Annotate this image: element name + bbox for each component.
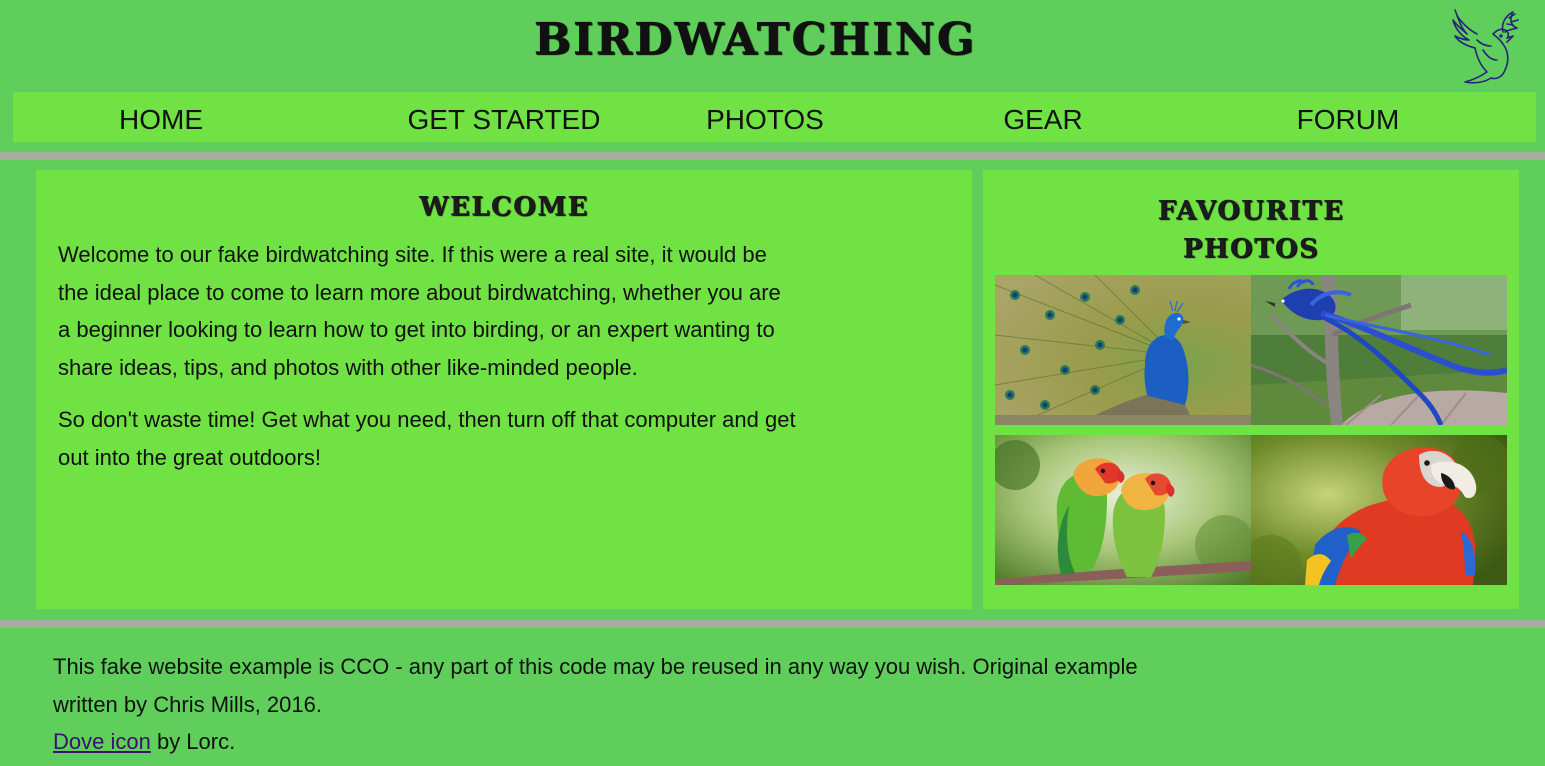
dove-icon-link[interactable]: Dove icon [53, 729, 151, 754]
welcome-paragraph-1: Welcome to our fake birdwatching site. I… [58, 242, 781, 380]
welcome-panel: WELCOME Welcome to our fake birdwatching… [36, 170, 972, 609]
dove-icon [1452, 9, 1519, 84]
header-divider [0, 152, 1545, 160]
site-footer: This fake website example is CCO - any p… [53, 648, 1193, 761]
nav-get-started-link[interactable]: GET STARTED [408, 105, 601, 135]
site-header: BIRDWATCHING [0, 0, 1545, 92]
favourite-photos-heading-line1: FAVOURITE [1157, 196, 1345, 226]
lovebirds-photo[interactable] [995, 435, 1251, 585]
peacock-photo[interactable] [995, 275, 1251, 425]
welcome-paragraph-2: So don't waste time! Get what you need, … [58, 407, 796, 470]
favourite-photos-panel: FAVOURITE PHOTOS [983, 170, 1519, 609]
footer-credit-suffix: by Lorc. [150, 729, 236, 754]
favourite-photos-heading: FAVOURITE PHOTOS [983, 192, 1519, 268]
footer-credit: Dove icon by Lorc. [53, 723, 1193, 761]
favourite-photos-heading-line2: PHOTOS [1182, 234, 1320, 264]
nav-home-link[interactable]: HOME [119, 105, 203, 135]
nav-photos-link[interactable]: PHOTOS [706, 105, 824, 135]
nav-gear-link[interactable]: GEAR [1003, 105, 1082, 135]
blue-bird-photo[interactable] [1251, 275, 1507, 425]
parrot-photo[interactable] [1251, 435, 1507, 585]
welcome-body: Welcome to our fake birdwatching site. I… [58, 236, 798, 491]
welcome-heading: WELCOME [419, 192, 589, 222]
footer-copyright-text: This fake website example is CCO - any p… [53, 654, 1138, 717]
footer-divider [0, 620, 1545, 628]
nav-forum-link[interactable]: FORUM [1297, 105, 1400, 135]
main-nav: HOME GET STARTED PHOTOS GEAR FORUM [13, 92, 1536, 142]
site-title: BIRDWATCHING [533, 14, 977, 65]
